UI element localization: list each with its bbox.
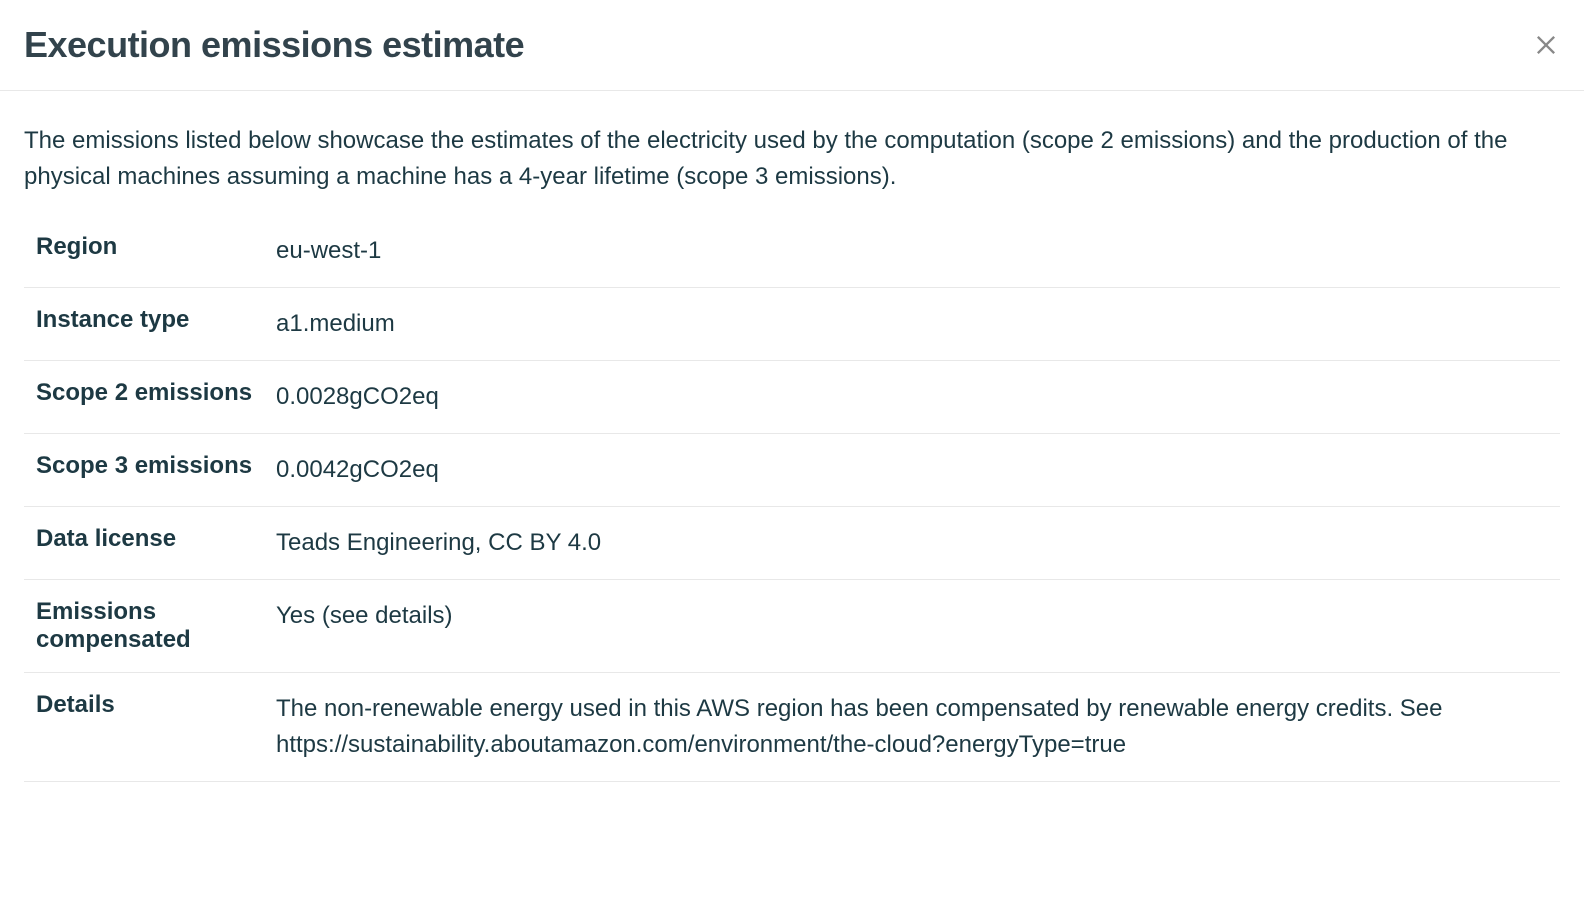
row-value-scope3: 0.0042gCO2eq [276,452,1548,488]
table-row: Details The non-renewable energy used in… [24,673,1560,782]
row-label-license: Data license [36,525,276,553]
row-label-details: Details [36,691,276,719]
description-text: The emissions listed below showcase the … [24,123,1560,195]
row-label-instance-type: Instance type [36,306,276,334]
table-row: Instance type a1.medium [24,288,1560,361]
table-row: Scope 3 emissions 0.0042gCO2eq [24,434,1560,507]
row-value-region: eu-west-1 [276,233,1548,269]
table-row: Emissions compensated Yes (see details) [24,580,1560,673]
close-icon[interactable] [1532,31,1560,59]
modal-content: The emissions listed below showcase the … [0,91,1584,814]
row-value-compensated: Yes (see details) [276,598,1548,634]
row-label-compensated: Emissions compensated [36,598,276,654]
table-row: Region eu-west-1 [24,215,1560,288]
table-row: Scope 2 emissions 0.0028gCO2eq [24,361,1560,434]
modal-header: Execution emissions estimate [0,0,1584,91]
row-value-instance-type: a1.medium [276,306,1548,342]
row-label-region: Region [36,233,276,261]
table-row: Data license Teads Engineering, CC BY 4.… [24,507,1560,580]
row-label-scope3: Scope 3 emissions [36,452,276,480]
row-label-scope2: Scope 2 emissions [36,379,276,407]
row-value-scope2: 0.0028gCO2eq [276,379,1548,415]
info-table: Region eu-west-1 Instance type a1.medium… [24,215,1560,782]
modal-title: Execution emissions estimate [24,24,524,66]
row-value-details: The non-renewable energy used in this AW… [276,691,1548,763]
row-value-license: Teads Engineering, CC BY 4.0 [276,525,1548,561]
